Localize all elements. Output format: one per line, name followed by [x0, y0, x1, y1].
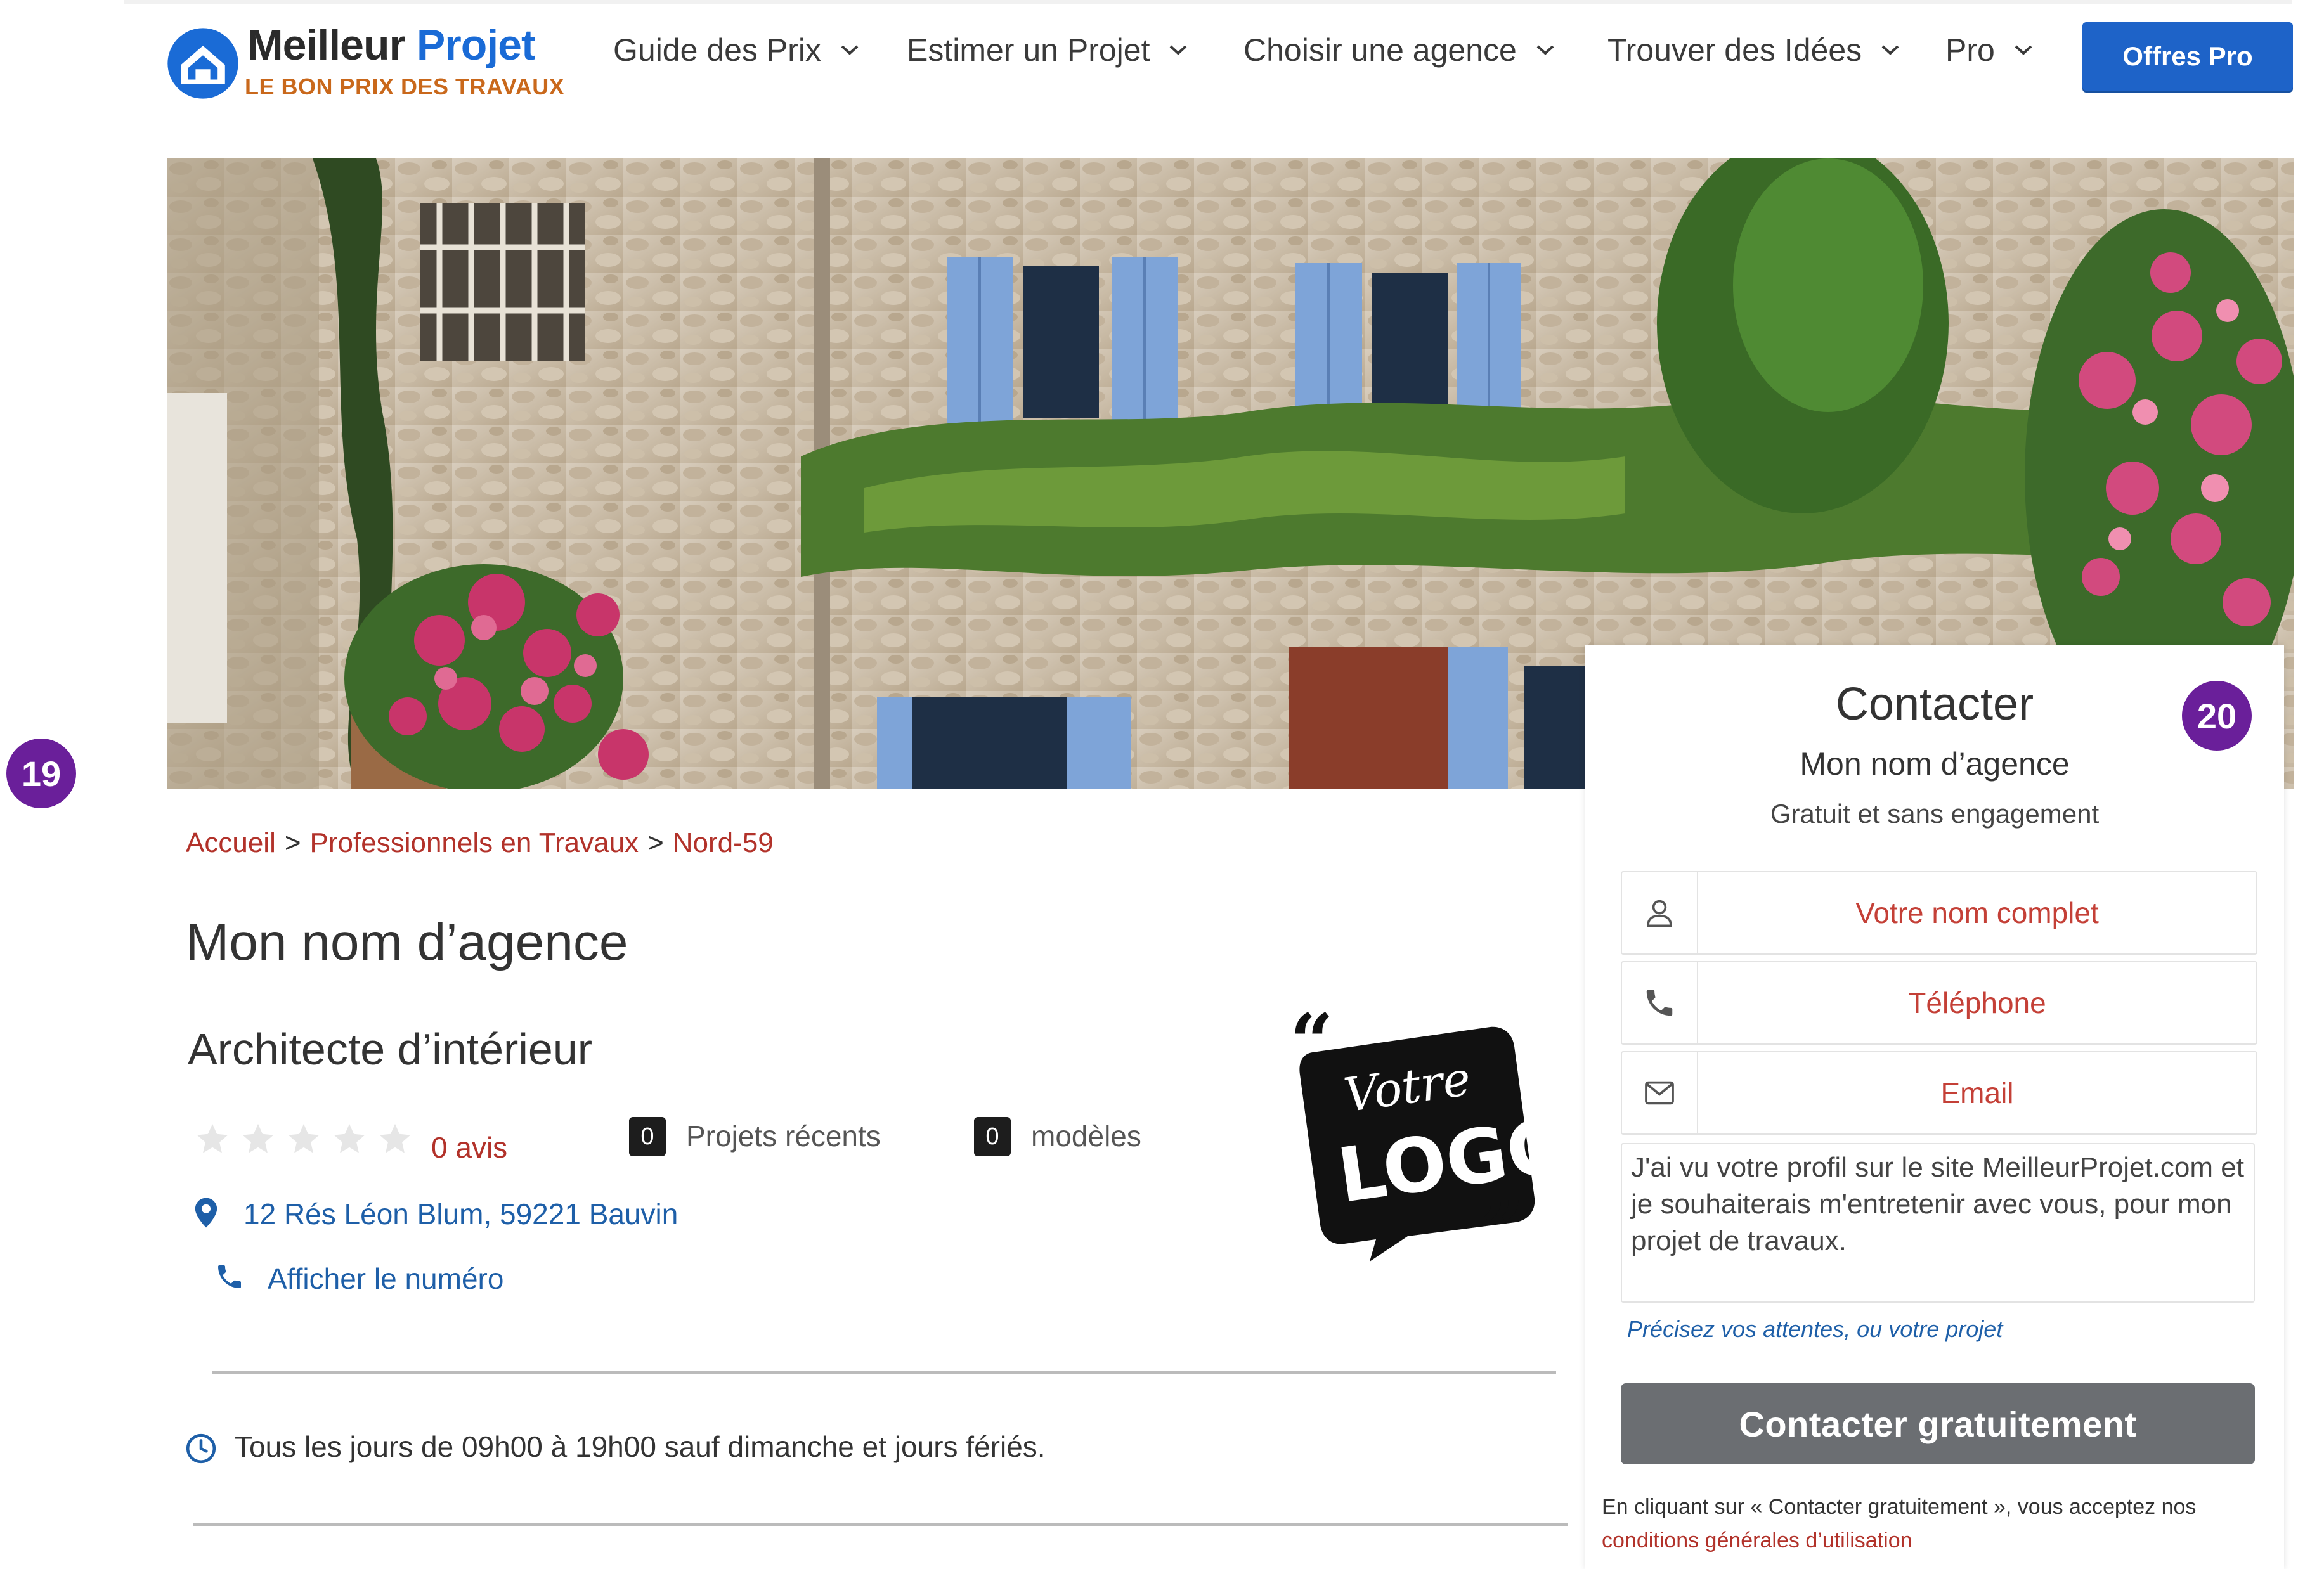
agency-logo-placeholder: “ ” Votre LOGO	[1290, 1008, 1547, 1262]
name-field[interactable]: Votre nom complet	[1621, 871, 2257, 955]
nav-guide-des-prix[interactable]: Guide des Prix	[613, 32, 860, 68]
opening-hours: Tous les jours de 09h00 à 19h00 sauf dim…	[235, 1430, 1046, 1463]
nav-label: Estimer un Projet	[907, 32, 1150, 68]
nav-label: Pro	[1945, 32, 1995, 68]
models-label[interactable]: modèles	[1031, 1119, 1141, 1153]
projects-label[interactable]: Projets récents	[686, 1119, 881, 1153]
step-badge: 19	[6, 739, 76, 808]
email-field[interactable]: Email	[1621, 1051, 2257, 1135]
email-field-icon-cell	[1622, 1052, 1698, 1133]
terms-link[interactable]: conditions générales d’utilisation	[1602, 1528, 1912, 1553]
chevron-down-icon	[1881, 45, 1899, 55]
message-textarea[interactable]: J'ai vu votre profil sur le site Meilleu…	[1621, 1143, 2255, 1303]
chevron-down-icon	[1536, 45, 1554, 55]
agency-category: Architecte d’intérieur	[188, 1024, 593, 1074]
phone-icon	[1646, 990, 1673, 1016]
models-count: 0	[974, 1117, 1011, 1156]
house-logo-icon[interactable]	[166, 27, 240, 100]
brand-tagline: LE BON PRIX DES TRAVAUX	[245, 74, 565, 100]
nav-label: Choisir une agence	[1243, 32, 1517, 68]
offres-pro-button[interactable]: Offres Pro	[2082, 22, 2293, 91]
breadcrumb-separator: >	[647, 827, 664, 858]
phone-field[interactable]: Téléphone	[1621, 961, 2257, 1045]
nav-estimer-un-projet[interactable]: Estimer un Projet	[907, 32, 1189, 68]
phone-icon	[218, 1265, 241, 1288]
contact-subtitle: Gratuit et sans engagement	[1770, 799, 2100, 829]
projects-count: 0	[629, 1117, 666, 1156]
top-border	[124, 0, 2292, 4]
star-icon	[379, 1123, 411, 1153]
agency-address[interactable]: 12 Rés Léon Blum, 59221 Bauvin	[243, 1197, 678, 1231]
breadcrumb-professionnels[interactable]: Professionnels en Travaux	[310, 827, 639, 858]
email-placeholder[interactable]: Email	[1698, 1052, 2256, 1133]
show-number-link[interactable]: Afficher le numéro	[268, 1262, 503, 1296]
reviews-link[interactable]: 0 avis	[431, 1130, 507, 1165]
user-icon	[1647, 900, 1672, 927]
quote-open: “	[1290, 1008, 1334, 1087]
contact-card: Contacter 20 Mon nom d’agence Gratuit et…	[1585, 645, 2284, 1569]
envelope-icon	[1645, 1081, 1674, 1105]
star-icon	[288, 1123, 320, 1153]
phone-field-icon-cell	[1622, 962, 1698, 1043]
divider	[193, 1523, 1568, 1526]
breadcrumb-nord[interactable]: Nord-59	[673, 827, 774, 858]
chevron-down-icon	[841, 45, 859, 55]
nav-choisir-une-agence[interactable]: Choisir une agence	[1243, 32, 1556, 68]
agency-title: Mon nom d’agence	[186, 914, 628, 971]
clock-icon	[186, 1433, 216, 1464]
brand-name[interactable]: Meilleur Projet	[247, 20, 536, 70]
nav-label: Guide des Prix	[613, 32, 821, 68]
rating-stars[interactable]	[194, 1121, 413, 1158]
star-icon	[197, 1123, 228, 1153]
breadcrumb-accueil[interactable]: Accueil	[186, 827, 276, 858]
contact-title: Contacter	[1835, 679, 2034, 730]
contact-submit-button[interactable]: Contacter gratuitement	[1621, 1383, 2255, 1464]
breadcrumb-separator: >	[284, 827, 301, 858]
legal-notice: En cliquant sur « Contacter gratuitement…	[1602, 1495, 2197, 1519]
message-hint: Précisez vos attentes, ou votre projet	[1627, 1316, 2003, 1342]
map-pin-icon	[195, 1198, 217, 1228]
divider	[212, 1371, 1556, 1374]
phone-placeholder[interactable]: Téléphone	[1698, 962, 2256, 1043]
star-icon	[334, 1123, 365, 1153]
name-placeholder[interactable]: Votre nom complet	[1698, 872, 2256, 953]
chevron-down-icon	[1170, 45, 1187, 55]
star-icon	[242, 1123, 274, 1153]
nav-pro[interactable]: Pro	[1945, 32, 2034, 68]
step-badge: 20	[2182, 681, 2252, 751]
chevron-down-icon	[2015, 45, 2032, 55]
contact-agency-name: Mon nom d’agence	[1800, 746, 2070, 782]
nav-trouver-des-idees[interactable]: Trouver des Idées	[1607, 32, 1901, 68]
nav-label: Trouver des Idées	[1607, 32, 1862, 68]
name-field-icon-cell	[1622, 872, 1698, 953]
breadcrumb: Accueil > Professionnels en Travaux > Nord-5…	[186, 827, 774, 859]
